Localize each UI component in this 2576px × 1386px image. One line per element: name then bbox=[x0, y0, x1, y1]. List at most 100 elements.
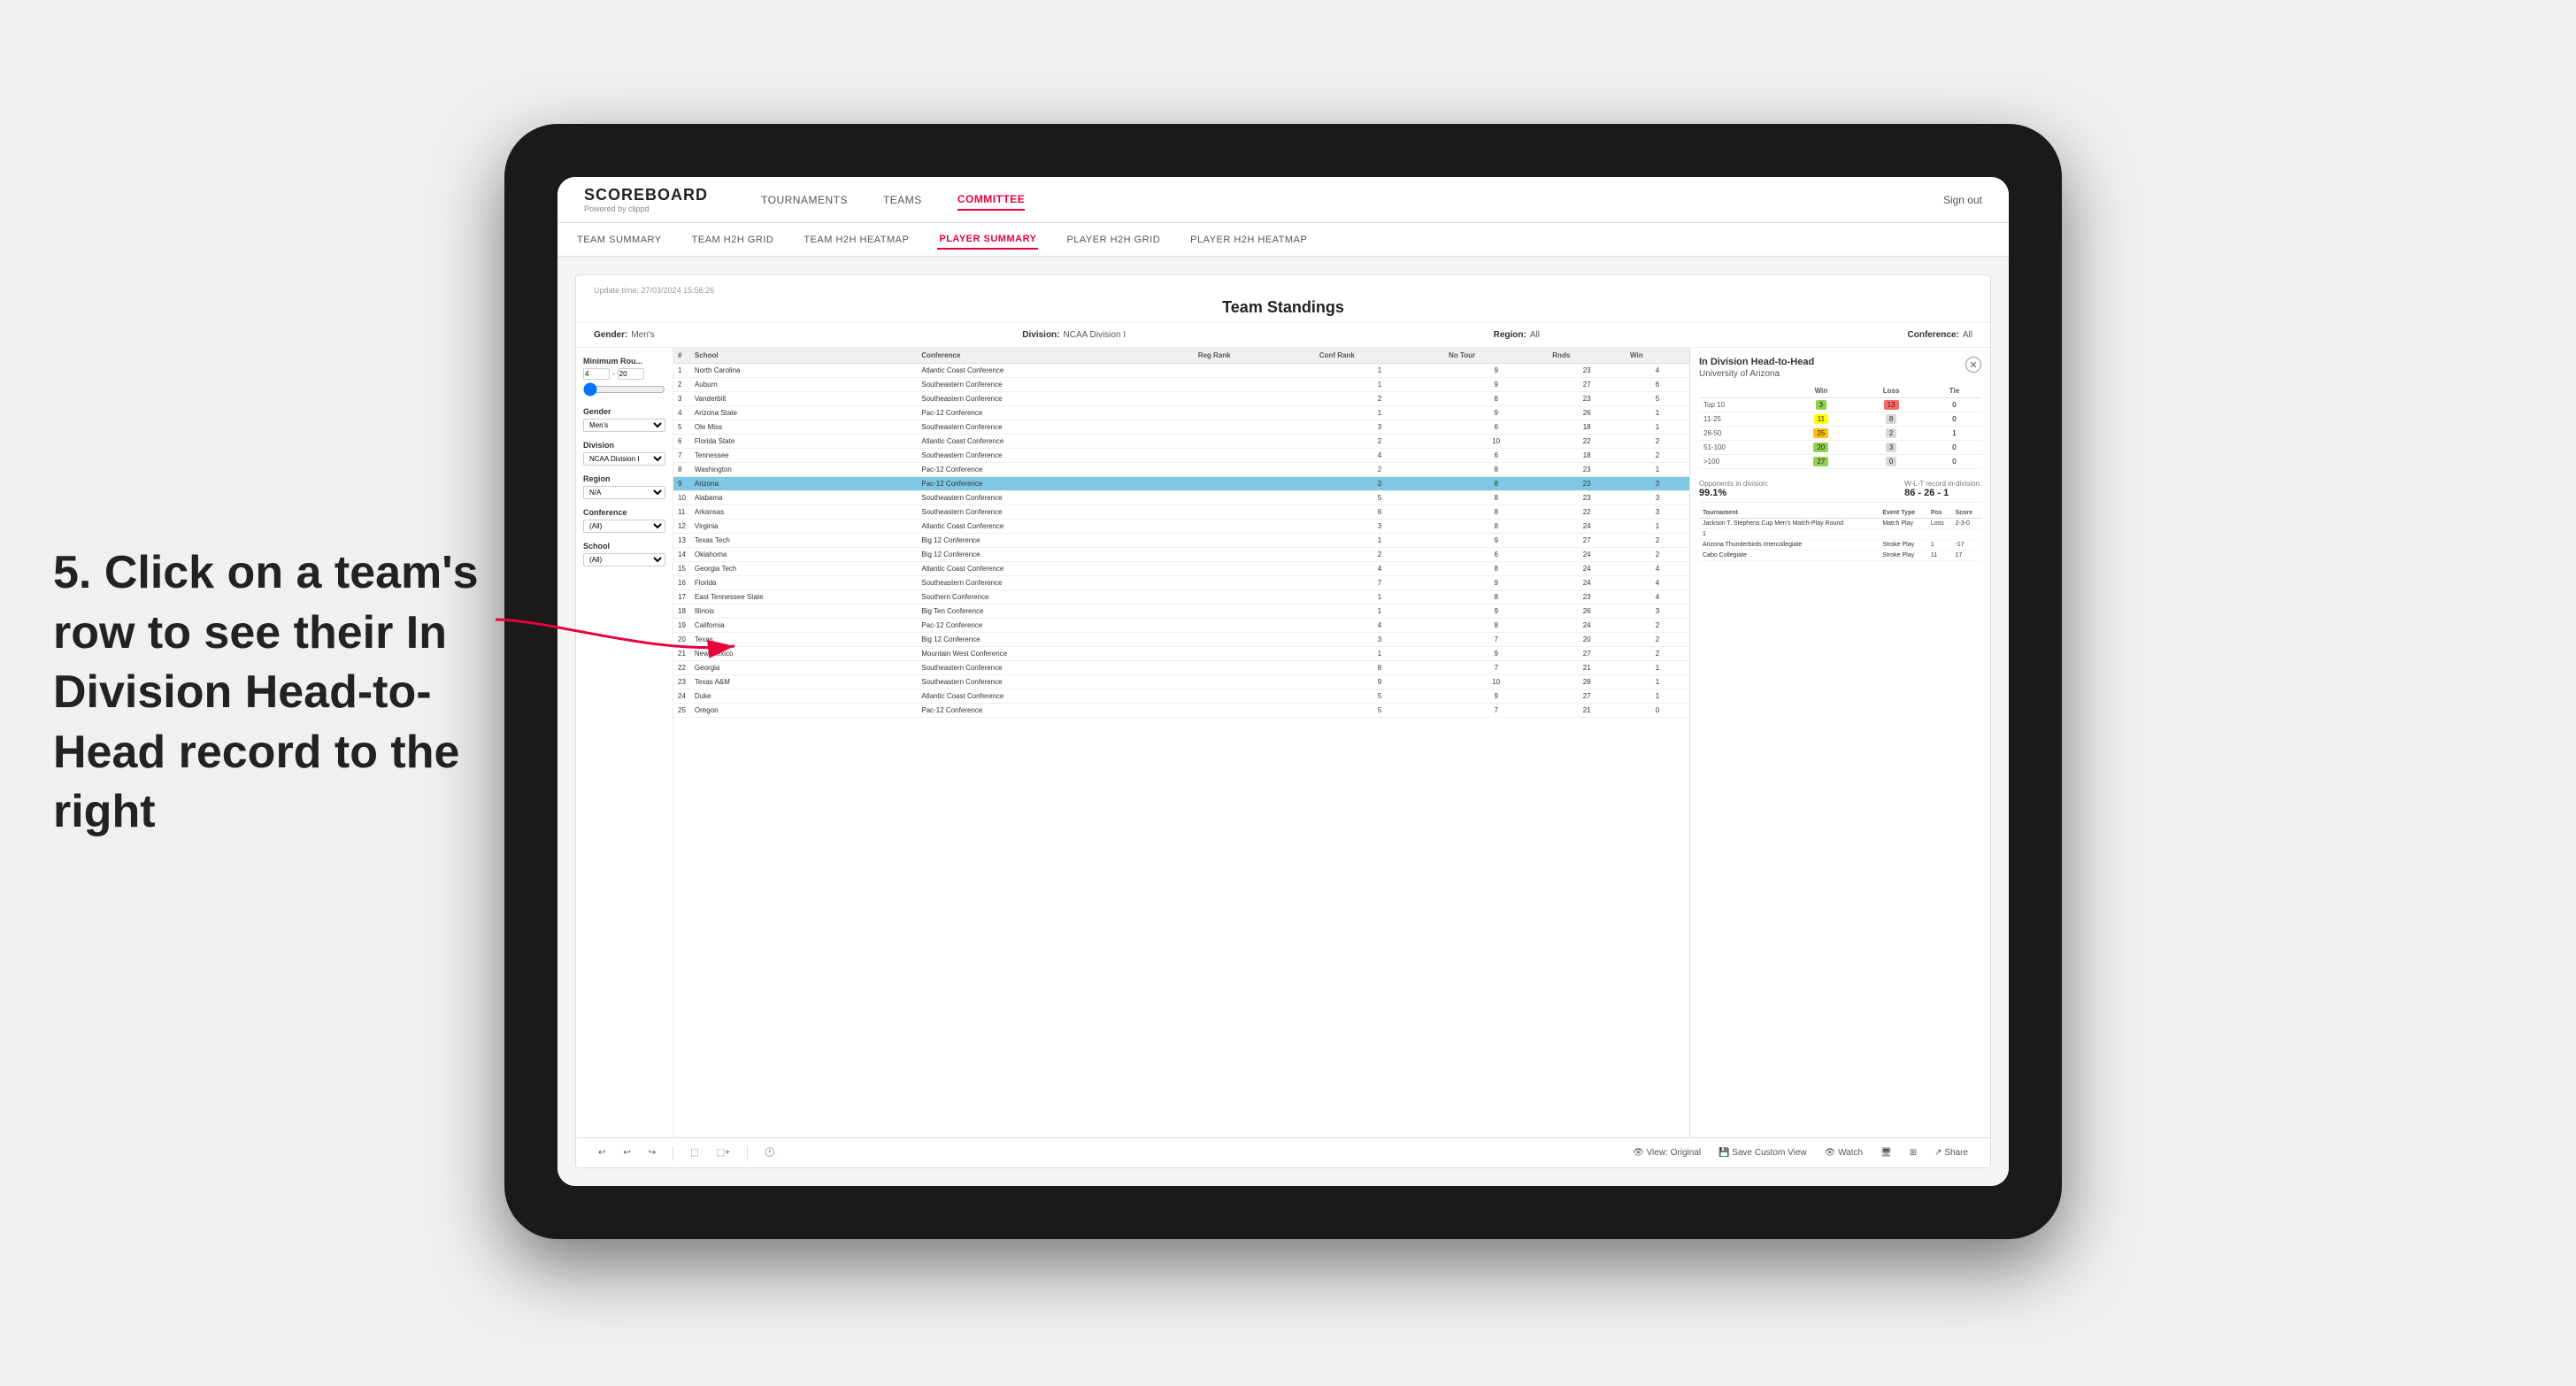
sidebar-region-label: Region bbox=[583, 474, 665, 483]
sub-nav-player-summary[interactable]: PLAYER SUMMARY bbox=[937, 230, 1038, 250]
save-custom-button[interactable]: 💾 Save Custom View bbox=[1714, 1146, 1811, 1159]
logo-sub: Powered by clippd bbox=[584, 204, 708, 213]
tablet-screen: SCOREBOARD Powered by clippd TOURNAMENTS… bbox=[557, 177, 2009, 1186]
cell-num: 11 bbox=[673, 505, 690, 520]
h2h-opponents-row: Opponents in division: 99.1% W-L-T recor… bbox=[1699, 476, 1981, 503]
watch-button[interactable]: 👁 Watch bbox=[1820, 1146, 1867, 1159]
sidebar-conference-select[interactable]: (All) bbox=[583, 520, 665, 533]
sub-nav-team-summary[interactable]: TEAM SUMMARY bbox=[575, 231, 664, 249]
cell-school: Arizona bbox=[690, 477, 917, 491]
table-row[interactable]: 25 Oregon Pac-12 Conference 5 7 21 0 bbox=[673, 704, 1689, 718]
table-row[interactable]: 23 Texas A&M Southeastern Conference 9 1… bbox=[673, 675, 1689, 689]
table-row[interactable]: 2 Auburn Southeastern Conference 1 9 27 … bbox=[673, 378, 1689, 392]
conference-label: Conference: bbox=[1908, 330, 1959, 340]
grid-button[interactable]: ⊞ bbox=[1905, 1146, 1921, 1159]
cell-school: California bbox=[690, 619, 917, 633]
table-row[interactable]: 21 New Mexico Mountain West Conference 1… bbox=[673, 647, 1689, 661]
cell-school: Texas A&M bbox=[690, 675, 917, 689]
table-row[interactable]: 20 Texas Big 12 Conference 3 7 20 2 bbox=[673, 633, 1689, 647]
cell-reg-rank bbox=[1194, 534, 1315, 548]
table-row[interactable]: 10 Alabama Southeastern Conference 5 8 2… bbox=[673, 491, 1689, 505]
sidebar-division-select[interactable]: NCAA Division I bbox=[583, 452, 665, 466]
cell-win: 2 bbox=[1626, 548, 1689, 562]
undo2-button[interactable]: ↩ bbox=[619, 1146, 634, 1159]
nav-tournaments[interactable]: TOURNAMENTS bbox=[761, 190, 848, 210]
cell-conference: Southeastern Conference bbox=[917, 392, 1193, 406]
tour-col-pos: Pos bbox=[1927, 508, 1952, 519]
table-row[interactable]: 22 Georgia Southeastern Conference 8 7 2… bbox=[673, 661, 1689, 675]
cell-conference: Atlantic Coast Conference bbox=[917, 364, 1193, 378]
sidebar-gender-select[interactable]: Men's bbox=[583, 419, 665, 432]
tournament-section: Tournament Event Type Pos Score Jackson … bbox=[1699, 508, 1981, 561]
table-row[interactable]: 24 Duke Atlantic Coast Conference 5 9 27… bbox=[673, 689, 1689, 704]
cell-conf-rank: 3 bbox=[1315, 633, 1444, 647]
cell-num: 16 bbox=[673, 576, 690, 590]
cell-win: 2 bbox=[1626, 435, 1689, 449]
tour-col-name: Tournament bbox=[1699, 508, 1879, 519]
table-row[interactable]: 7 Tennessee Southeastern Conference 4 6 … bbox=[673, 449, 1689, 463]
sub-nav-player-h2h-grid[interactable]: PLAYER H2H GRID bbox=[1065, 231, 1162, 249]
h2h-tie: 0 bbox=[1927, 412, 1981, 427]
cell-num: 21 bbox=[673, 647, 690, 661]
table-row[interactable]: 17 East Tennessee State Southern Confere… bbox=[673, 590, 1689, 604]
cell-school: Arkansas bbox=[690, 505, 917, 520]
table-row[interactable]: 18 Illinois Big Ten Conference 1 9 26 3 bbox=[673, 604, 1689, 619]
sub-nav-player-h2h-heatmap[interactable]: PLAYER H2H HEATMAP bbox=[1188, 231, 1309, 249]
table-row[interactable]: 9 Arizona Pac-12 Conference 3 8 23 3 bbox=[673, 477, 1689, 491]
table-row[interactable]: 14 Oklahoma Big 12 Conference 2 6 24 2 bbox=[673, 548, 1689, 562]
table-row[interactable]: 4 Arizona State Pac-12 Conference 1 9 26… bbox=[673, 406, 1689, 420]
screen-button[interactable]: 🖥 bbox=[1876, 1146, 1896, 1159]
min-rounds-label: Minimum Rou... bbox=[583, 357, 665, 366]
cell-win: 3 bbox=[1626, 604, 1689, 619]
cell-school: Georgia bbox=[690, 661, 917, 675]
table-row[interactable]: 11 Arkansas Southeastern Conference 6 8 … bbox=[673, 505, 1689, 520]
cell-conf-rank: 9 bbox=[1315, 675, 1444, 689]
nav-committee[interactable]: COMMITTEE bbox=[957, 189, 1026, 211]
nav-teams[interactable]: TEAMS bbox=[883, 190, 922, 210]
opponents-label: Opponents in division: bbox=[1699, 480, 1769, 488]
cell-rnds: 22 bbox=[1548, 435, 1626, 449]
table-row[interactable]: 8 Washington Pac-12 Conference 2 8 23 1 bbox=[673, 463, 1689, 477]
cell-rnds: 26 bbox=[1548, 406, 1626, 420]
sub-nav-team-h2h-grid[interactable]: TEAM H2H GRID bbox=[690, 231, 776, 249]
table-row[interactable]: 15 Georgia Tech Atlantic Coast Conferenc… bbox=[673, 562, 1689, 576]
undo-button[interactable]: ↩ bbox=[594, 1146, 610, 1159]
toolbar-sep-2 bbox=[747, 1146, 748, 1160]
table-row[interactable]: 1 North Carolina Atlantic Coast Conferen… bbox=[673, 364, 1689, 378]
cell-no-tour: 6 bbox=[1444, 449, 1548, 463]
paste-button[interactable]: ⬚+ bbox=[712, 1146, 734, 1159]
table-row[interactable]: 6 Florida State Atlantic Coast Conferenc… bbox=[673, 435, 1689, 449]
table-row[interactable]: 16 Florida Southeastern Conference 7 9 2… bbox=[673, 576, 1689, 590]
cell-rnds: 27 bbox=[1548, 647, 1626, 661]
table-row[interactable]: 12 Virginia Atlantic Coast Conference 3 … bbox=[673, 520, 1689, 534]
panel-title: Team Standings bbox=[594, 298, 1972, 317]
region-value: All bbox=[1530, 330, 1540, 340]
table-row[interactable]: 19 California Pac-12 Conference 4 8 24 2 bbox=[673, 619, 1689, 633]
cell-win: 5 bbox=[1626, 392, 1689, 406]
redo-button[interactable]: ↪ bbox=[644, 1146, 660, 1159]
cell-rnds: 18 bbox=[1548, 420, 1626, 435]
table-row[interactable]: 3 Vanderbilt Southeastern Conference 2 8… bbox=[673, 392, 1689, 406]
cell-win: 1 bbox=[1626, 675, 1689, 689]
tournament-row: Jackson T. Stephens Cup Men's Match-Play… bbox=[1699, 519, 1981, 529]
sidebar-region-select[interactable]: N/A bbox=[583, 486, 665, 499]
sign-out-button[interactable]: Sign out bbox=[1943, 194, 1982, 206]
min-rounds-slider[interactable] bbox=[583, 382, 665, 397]
h2h-panel: In Division Head-to-Head University of A… bbox=[1689, 348, 1990, 1137]
min-rounds-max-input[interactable] bbox=[618, 368, 644, 380]
cell-school: Oregon bbox=[690, 704, 917, 718]
share-button[interactable]: ↗ Share bbox=[1930, 1146, 1972, 1159]
table-row[interactable]: 5 Ole Miss Southeastern Conference 3 6 1… bbox=[673, 420, 1689, 435]
cell-num: 17 bbox=[673, 590, 690, 604]
copy-button[interactable]: ⬚ bbox=[686, 1146, 703, 1159]
view-original-button[interactable]: 👁 View: Original bbox=[1628, 1146, 1705, 1159]
cell-reg-rank bbox=[1194, 633, 1315, 647]
clock-button[interactable]: 🕐 bbox=[760, 1146, 780, 1159]
min-rounds-min-input[interactable] bbox=[583, 368, 610, 380]
h2h-row: 51-100 20 3 0 bbox=[1699, 441, 1981, 455]
sub-nav-team-h2h-heatmap[interactable]: TEAM H2H HEATMAP bbox=[802, 231, 911, 249]
close-h2h-button[interactable]: ✕ bbox=[1965, 357, 1981, 373]
table-row[interactable]: 13 Texas Tech Big 12 Conference 1 9 27 2 bbox=[673, 534, 1689, 548]
gender-value: Men's bbox=[631, 330, 654, 340]
sidebar-school-select[interactable]: (All) bbox=[583, 553, 665, 566]
